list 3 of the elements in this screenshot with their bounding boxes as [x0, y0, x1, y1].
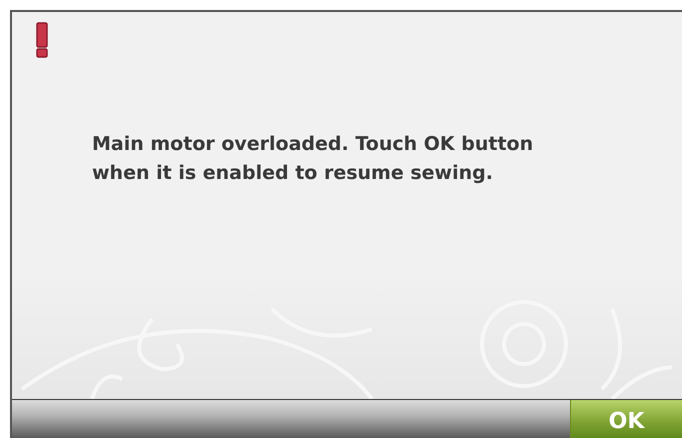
ok-button[interactable]: OK [570, 400, 682, 438]
exclamation-icon [35, 22, 49, 58]
alert-message: Main motor overloaded. Touch OK button when it is enabled to resume sewing. [92, 132, 534, 186]
